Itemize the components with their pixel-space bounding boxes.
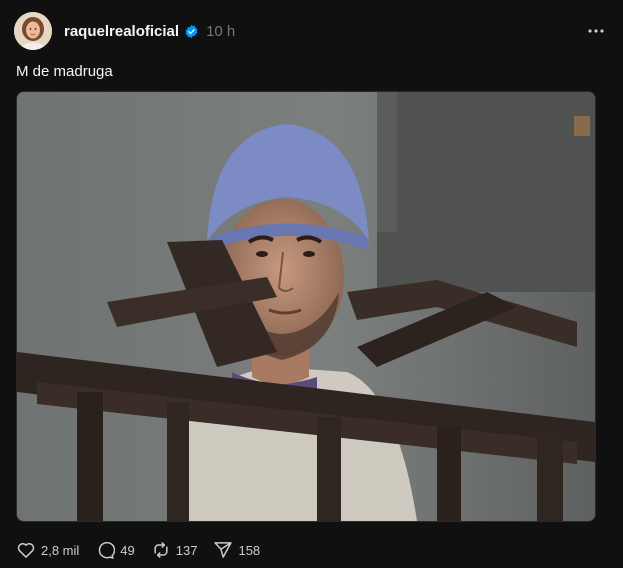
repost-button[interactable]: 137 [151,540,198,560]
share-button[interactable]: 158 [213,540,260,560]
more-options-icon[interactable] [587,22,605,40]
heart-icon [16,540,36,560]
thread-post: raquelrealoficial 10 h M de madruga 2,8 … [0,0,623,568]
share-count: 158 [238,542,261,558]
username[interactable]: raquelrealoficial [64,23,179,40]
verified-badge-icon [184,24,199,39]
repost-icon [151,540,171,560]
comment-button[interactable]: 49 [95,540,135,560]
post-timestamp: 10 h [206,22,236,40]
post-actions: 2,8 mil 49 137 158 [16,539,276,561]
repost-count: 137 [175,542,198,558]
comment-count: 49 [120,542,135,558]
avatar[interactable] [14,12,52,50]
post-caption: M de madruga [16,63,113,80]
like-count: 2,8 mil [41,542,80,558]
post-header: raquelrealoficial 10 h [64,21,235,41]
comment-icon [95,540,116,560]
share-icon [213,540,233,560]
like-button[interactable]: 2,8 mil [16,540,79,560]
post-image[interactable] [16,91,596,522]
